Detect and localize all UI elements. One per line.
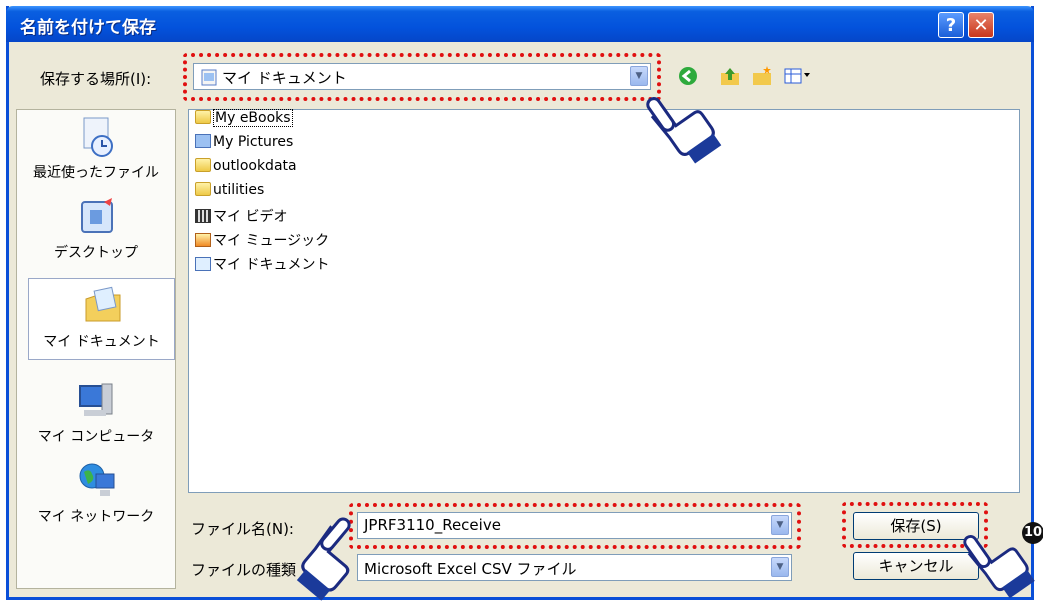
close-button[interactable]: ✕ — [968, 12, 994, 38]
file-name: マイ ミュージック — [213, 233, 330, 249]
location-label: 保存する場所(I): — [40, 70, 152, 88]
help-button[interactable]: ? — [938, 12, 964, 38]
recent-icon — [83, 117, 113, 157]
window-title: 名前を付けて保存 — [20, 18, 156, 38]
place-label: デスクトップ — [54, 245, 138, 261]
file-name: outlookdata — [213, 158, 297, 174]
file-list[interactable]: My eBooks My Pictures outlookdata utilit… — [188, 109, 1020, 493]
folder-icon — [195, 182, 211, 196]
list-item[interactable]: マイ ミュージック — [195, 230, 329, 252]
music-folder-icon — [195, 233, 211, 247]
new-folder-icon[interactable] — [751, 65, 773, 87]
place-network[interactable]: マイ ネットワーク — [17, 460, 175, 526]
place-label: 最近使ったファイル — [33, 165, 159, 181]
documents-shortcut-icon — [195, 257, 211, 271]
folder-icon — [195, 158, 211, 172]
highlight-location — [183, 53, 661, 101]
highlight-filename — [349, 503, 801, 549]
list-item[interactable]: utilities — [195, 182, 264, 204]
list-item[interactable]: outlookdata — [195, 158, 297, 180]
place-my-computer[interactable]: マイ コンピュータ — [17, 380, 175, 446]
filename-label: ファイル名(N): — [191, 520, 294, 538]
filetype-value: Microsoft Excel CSV ファイル — [364, 560, 577, 578]
list-item[interactable]: マイ ドキュメント — [195, 254, 329, 276]
filetype-label: ファイルの種類 — [191, 561, 297, 579]
title-bar[interactable]: 名前を付けて保存 ? ✕ — [6, 6, 1034, 42]
desktop-icon — [81, 198, 113, 233]
place-label: マイ ネットワーク — [37, 509, 155, 525]
list-item[interactable]: My eBooks — [195, 109, 293, 132]
filetype-select[interactable]: Microsoft Excel CSV ファイル ▼ — [357, 554, 792, 581]
chevron-down-icon[interactable]: ▼ — [771, 557, 789, 577]
file-name: My Pictures — [213, 134, 294, 150]
video-folder-icon — [195, 209, 211, 223]
pointing-hand-icon — [296, 517, 351, 601]
pictures-folder-icon — [195, 134, 211, 148]
file-name: マイ ビデオ — [213, 209, 288, 225]
list-item[interactable]: マイ ビデオ — [195, 206, 287, 228]
file-name: My eBooks — [213, 109, 293, 127]
place-desktop[interactable]: デスクトップ — [17, 196, 175, 262]
place-label: マイ ドキュメント — [43, 334, 160, 350]
pointing-hand-icon — [646, 97, 722, 164]
place-recent[interactable]: 最近使ったファイル — [17, 116, 175, 182]
list-item[interactable]: My Pictures — [195, 134, 293, 156]
my-documents-icon — [85, 286, 120, 322]
network-icon — [79, 463, 115, 496]
places-bar: 最近使ったファイル デスクトップ マイ ドキュメント マイ コンピュータ マイ … — [16, 109, 176, 589]
pointing-hand-icon — [963, 534, 1035, 599]
place-my-documents[interactable]: マイ ドキュメント — [28, 278, 175, 360]
view-menu-icon[interactable] — [783, 65, 813, 87]
my-computer-icon — [79, 383, 113, 416]
file-name: マイ ドキュメント — [213, 257, 330, 273]
folder-icon — [195, 110, 211, 124]
file-name: utilities — [213, 182, 265, 198]
place-label: マイ コンピュータ — [37, 429, 155, 445]
